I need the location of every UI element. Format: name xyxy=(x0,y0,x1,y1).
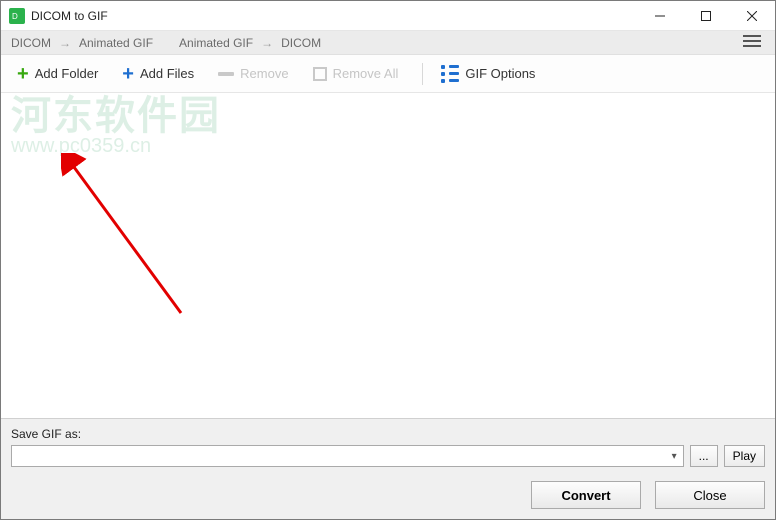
remove-button: Remove xyxy=(212,63,294,84)
plus-icon: + xyxy=(17,64,29,84)
toolbar: + Add Folder + Add Files Remove Remove A… xyxy=(1,55,775,93)
app-window: D DICOM to GIF DICOM → Animated GIF Anim… xyxy=(0,0,776,520)
save-path-row: ▾ ... Play xyxy=(11,445,765,467)
breadcrumb-item[interactable]: Animated GIF xyxy=(179,36,253,50)
breadcrumb-item[interactable]: DICOM xyxy=(281,36,321,50)
app-icon: D xyxy=(9,8,25,24)
toolbar-divider xyxy=(422,63,423,85)
arrow-right-icon: → xyxy=(261,36,273,50)
button-label: Remove xyxy=(240,66,288,81)
add-files-button[interactable]: + Add Files xyxy=(116,61,200,87)
plus-icon: + xyxy=(122,64,134,84)
mode-bar: DICOM → Animated GIF Animated GIF → DICO… xyxy=(1,31,775,55)
button-label: Play xyxy=(733,449,756,463)
minimize-button[interactable] xyxy=(637,1,683,31)
window-title: DICOM to GIF xyxy=(31,9,108,23)
add-folder-button[interactable]: + Add Folder xyxy=(11,61,104,87)
browse-button[interactable]: ... xyxy=(690,445,718,467)
button-label: Close xyxy=(693,488,726,503)
close-button[interactable]: Close xyxy=(655,481,765,509)
remove-all-button: Remove All xyxy=(307,63,405,84)
maximize-button[interactable] xyxy=(683,1,729,31)
save-as-label: Save GIF as: xyxy=(11,427,765,441)
svg-text:D: D xyxy=(12,12,18,21)
gif-options-button[interactable]: GIF Options xyxy=(435,62,541,86)
file-list-area: 河东软件园 www.pc0359.cn xyxy=(1,93,775,418)
breadcrumb-item[interactable]: DICOM xyxy=(11,36,51,50)
button-label: GIF Options xyxy=(465,66,535,81)
minus-icon xyxy=(218,72,234,76)
watermark: 河东软件园 www.pc0359.cn xyxy=(11,83,221,158)
breadcrumb-item[interactable]: Animated GIF xyxy=(79,36,153,50)
hamburger-icon xyxy=(743,34,761,48)
close-window-button[interactable] xyxy=(729,1,775,31)
annotation-arrow xyxy=(61,153,201,333)
button-label: Convert xyxy=(561,488,610,503)
bottom-panel: Save GIF as: ▾ ... Play Convert Close xyxy=(1,418,775,519)
square-icon xyxy=(313,67,327,81)
button-label: Remove All xyxy=(333,66,399,81)
button-label: ... xyxy=(699,449,709,463)
action-button-row: Convert Close xyxy=(11,481,765,509)
convert-button[interactable]: Convert xyxy=(531,481,641,509)
arrow-right-icon: → xyxy=(59,36,71,50)
save-path-combobox[interactable]: ▾ xyxy=(11,445,684,467)
hamburger-menu-button[interactable] xyxy=(739,32,765,53)
button-label: Add Folder xyxy=(35,66,99,81)
play-button[interactable]: Play xyxy=(724,445,765,467)
chevron-down-icon: ▾ xyxy=(672,451,677,462)
separator xyxy=(161,36,171,50)
list-icon xyxy=(441,65,459,83)
title-bar: D DICOM to GIF xyxy=(1,1,775,31)
watermark-url: www.pc0359.cn xyxy=(11,135,221,158)
button-label: Add Files xyxy=(140,66,194,81)
